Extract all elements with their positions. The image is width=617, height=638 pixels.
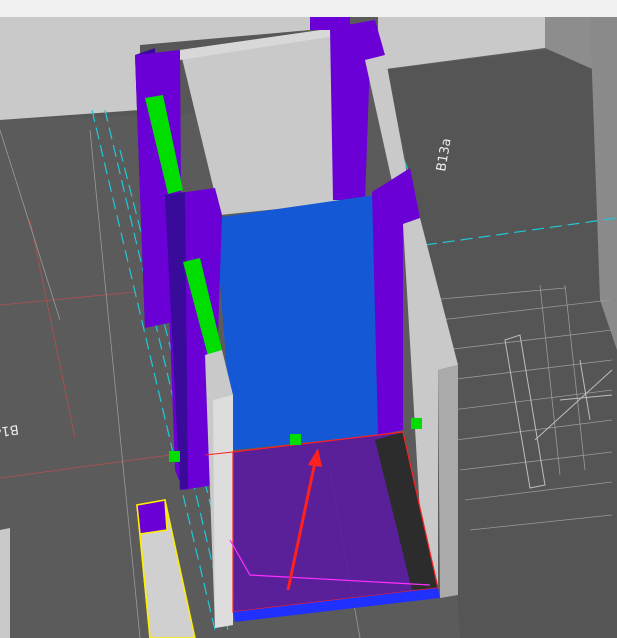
wall-panel bbox=[213, 395, 233, 628]
grip-handle[interactable] bbox=[411, 418, 422, 429]
wall-panel-blue bbox=[215, 195, 378, 450]
3d-viewport[interactable]: B149 B13a bbox=[0, 0, 617, 638]
wall-panel bbox=[0, 528, 10, 638]
svg-text:B149: B149 bbox=[0, 421, 20, 441]
wall-panel-side bbox=[438, 365, 458, 598]
grip-handle[interactable] bbox=[290, 434, 301, 445]
room-label-b149: B149 bbox=[0, 421, 20, 441]
grip-handle[interactable] bbox=[169, 451, 180, 462]
selected-column-outline[interactable] bbox=[136, 499, 196, 638]
3d-scene[interactable]: B149 B13a bbox=[0, 0, 617, 638]
